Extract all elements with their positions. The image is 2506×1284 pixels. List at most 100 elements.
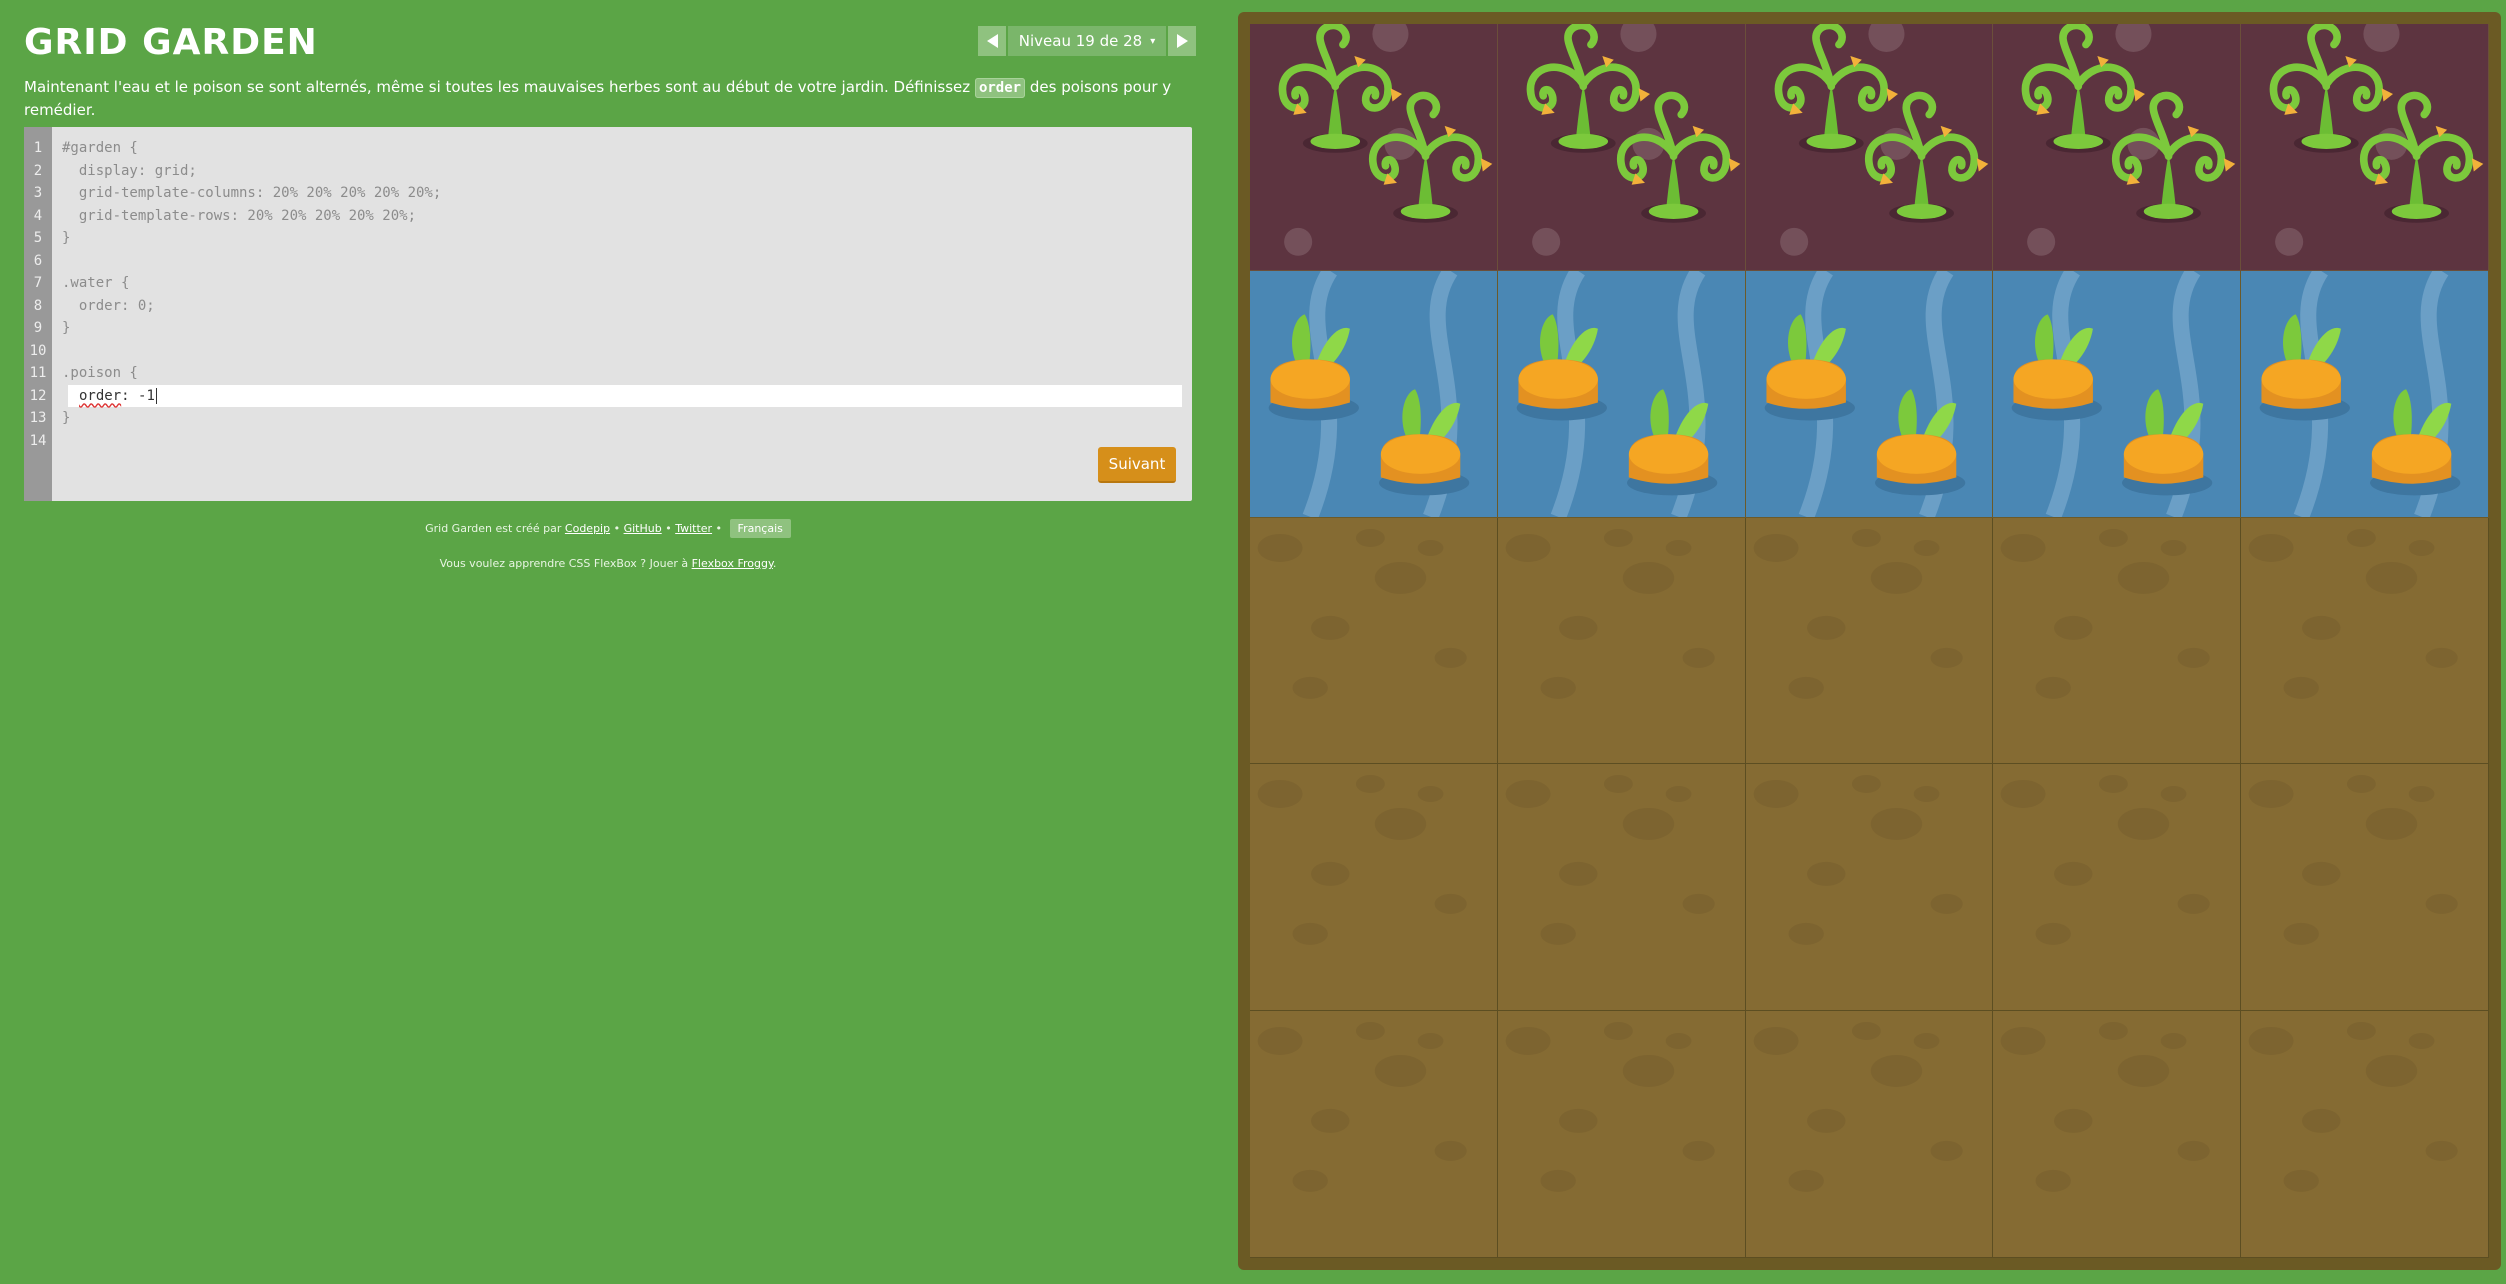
soil-tile-art: [1505, 528, 1715, 699]
soil-tile: [1745, 1011, 1994, 1258]
soil-tile-art: [2001, 1022, 2211, 1193]
soil-tile-art: [1753, 1022, 1963, 1193]
poison-tile-art: [2269, 24, 2484, 256]
carrot-tile: [1993, 270, 2242, 518]
poison-tile-art: [1278, 24, 1493, 256]
weed-tile: [1993, 24, 2242, 271]
poison-tile-art: [1526, 24, 1741, 256]
separator: •: [661, 522, 676, 535]
credits: Grid Garden est créé par Codepip • GitHu…: [24, 519, 1192, 538]
line-number: 14: [29, 432, 47, 449]
line-number: 13: [29, 410, 47, 426]
line-number: 2: [33, 162, 43, 179]
game-title: GRID GARDEN: [24, 22, 318, 63]
water-tile-art: [2012, 270, 2213, 517]
weed-tile: [1497, 24, 1746, 271]
language-selector[interactable]: Français: [729, 519, 791, 538]
arrow-right-icon: [1176, 34, 1188, 48]
line-number: 10: [29, 342, 47, 359]
weed-tile: [2241, 24, 2489, 271]
instructions-text-before: Maintenant l'eau et le poison se sont al…: [24, 78, 975, 96]
line-number: 3: [33, 185, 43, 201]
soil-tile: [1745, 517, 1994, 765]
poison-tile-art: [1774, 24, 1988, 256]
water-tile-art: [1516, 270, 1718, 517]
code-line-11: .poison {: [62, 365, 138, 381]
soil-tile: [1497, 764, 1746, 1012]
level-label: Niveau 19 de 28: [1018, 32, 1143, 50]
twitter-link[interactable]: Twitter: [675, 522, 712, 535]
line-number: 8: [33, 297, 43, 314]
github-link[interactable]: GitHub: [624, 522, 662, 535]
soil-tile: [1993, 1011, 2242, 1258]
poison-tile-art: [2022, 24, 2236, 256]
code-line-13: }: [62, 409, 71, 426]
soil-tile-art: [2001, 528, 2211, 699]
soil-tile: [1497, 1011, 1746, 1258]
soil-tile: [1745, 764, 1994, 1012]
code-line-5: }: [62, 230, 71, 246]
caret-down-icon: ▾: [1150, 35, 1156, 47]
soil-tile-art: [1505, 775, 1715, 946]
code-line-3: grid-template-columns: 20% 20% 20% 20% 2…: [62, 185, 442, 201]
garden-grid: [1250, 24, 2489, 1258]
instructions: Maintenant l'eau et le poison se sont al…: [24, 76, 1192, 121]
line-number: 7: [33, 275, 43, 291]
level-navigation: Niveau 19 de 28 ▾: [978, 26, 1196, 56]
code-line-9: }: [62, 320, 71, 336]
carrot-tile: [2241, 270, 2489, 518]
soil-tile: [2241, 517, 2489, 765]
next-level-button[interactable]: [1168, 26, 1196, 56]
next-button[interactable]: Suivant: [1098, 447, 1176, 483]
water-tile-art: [1268, 270, 1470, 517]
codepip-link[interactable]: Codepip: [565, 522, 610, 535]
code-line-7: .water {: [62, 275, 130, 291]
code-input-value: : -1: [121, 387, 155, 404]
soil-tile-art: [2248, 775, 2458, 946]
carrot-tile: [1497, 270, 1746, 518]
flexbox-froggy-link[interactable]: Flexbox Froggy: [692, 557, 773, 570]
promo-prefix: Vous voulez apprendre CSS FlexBox ? Joue…: [439, 557, 692, 570]
weed-tile: [1250, 24, 1498, 271]
code-area: #garden { display: grid; grid-template-c…: [52, 127, 1192, 501]
promo-suffix: .: [772, 557, 777, 570]
soil-tile-art: [2248, 528, 2458, 699]
previous-level-button[interactable]: [978, 26, 1006, 56]
soil-tile: [2241, 1011, 2489, 1258]
code-line-8: order: 0;: [62, 297, 155, 314]
line-number: 5: [33, 230, 43, 246]
soil-tile: [1497, 517, 1746, 765]
garden-frame: [1238, 12, 2501, 1270]
soil-tile: [1250, 517, 1498, 765]
code-input-keyword: order: [79, 387, 122, 404]
code-line-1: #garden {: [62, 140, 138, 156]
carrot-tile: [1250, 270, 1498, 518]
line-numbers: 1 2 3 4 5 6 7 8 9 10 11 12 13 14: [24, 127, 52, 501]
soil-tile-art: [1257, 528, 1467, 699]
soil-tile-art: [1257, 1022, 1467, 1193]
line-number: 1: [33, 140, 43, 156]
text-cursor: [155, 387, 157, 404]
arrow-left-icon: [986, 34, 998, 48]
soil-tile: [1250, 1011, 1498, 1258]
promo-text: Vous voulez apprendre CSS FlexBox ? Joue…: [24, 557, 1192, 570]
soil-tile-art: [2001, 775, 2211, 946]
separator: •: [610, 522, 624, 535]
separator: •: [712, 522, 726, 535]
line-number: 6: [33, 252, 43, 269]
soil-tile: [1993, 517, 2242, 765]
code-input[interactable]: order: -1: [68, 384, 1182, 407]
soil-tile-art: [1505, 1022, 1715, 1193]
soil-tile-art: [1257, 775, 1467, 946]
carrot-tile: [1745, 270, 1994, 518]
water-tile-art: [1764, 270, 1965, 517]
instructions-code: order: [974, 78, 1026, 98]
code-line-2: display: grid;: [62, 162, 197, 179]
level-indicator[interactable]: Niveau 19 de 28 ▾: [1008, 26, 1166, 56]
code-line-4: grid-template-rows: 20% 20% 20% 20% 20%;: [62, 207, 417, 224]
soil-tile-art: [2248, 1022, 2458, 1193]
soil-tile-art: [1753, 528, 1963, 699]
